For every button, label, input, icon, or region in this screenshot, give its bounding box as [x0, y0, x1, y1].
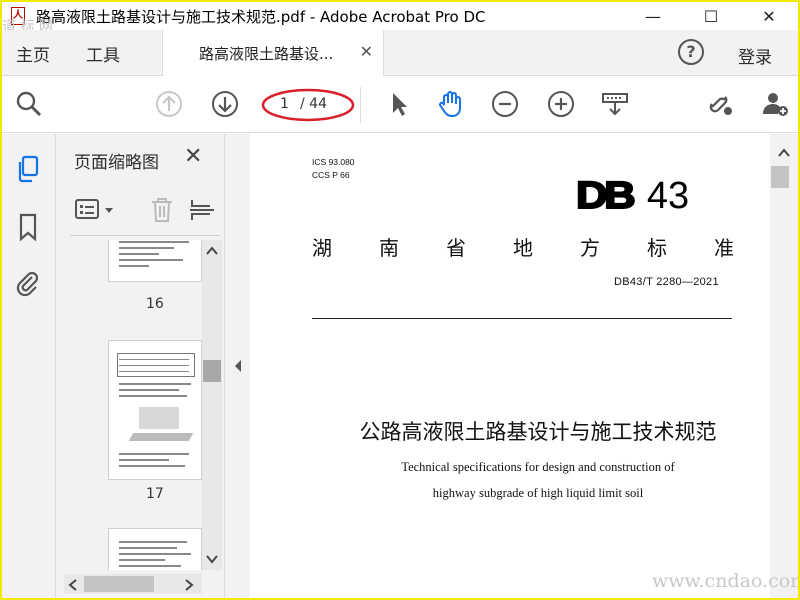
province-standard-heading: 湖 南 省 地 方 标 准 [312, 232, 734, 261]
hand-tool-icon[interactable] [436, 89, 466, 119]
heading-char: 省 [446, 236, 466, 260]
close-tab-icon[interactable]: ✕ [360, 42, 373, 61]
horizontal-scroll-thumb[interactable] [84, 576, 154, 592]
heading-char: 标 [647, 236, 667, 260]
thumbnails-tools [70, 186, 220, 236]
collapse-panel-arrow-icon[interactable] [233, 359, 243, 373]
bookmark-icon[interactable] [14, 212, 42, 242]
delete-page-icon[interactable] [148, 196, 176, 224]
ccs-code: CCS P 66 [312, 170, 350, 180]
scroll-up-arrow-icon[interactable] [206, 246, 218, 256]
previous-page-icon[interactable] [154, 89, 184, 119]
thumbnails-vertical-scrollbar[interactable] [202, 240, 222, 570]
thumbnails-panel: 页面缩略图 ✕ 16 17 [56, 134, 224, 598]
maximize-button[interactable]: ☐ [682, 2, 740, 30]
panel-collapse-gutter[interactable] [224, 134, 250, 598]
thumbnail-options-icon[interactable] [74, 198, 118, 222]
attachment-icon[interactable] [14, 268, 42, 298]
document-vertical-scrollbar[interactable] [770, 134, 798, 598]
scroll-right-arrow-icon[interactable] [184, 579, 194, 591]
page-thumbnail-18[interactable] [108, 528, 202, 570]
thumbnails-list: 16 17 [56, 240, 202, 570]
page-thumbnail-17[interactable] [108, 340, 202, 480]
standard-logo: DB 43 [575, 174, 690, 218]
document-title-english-line2: highway subgrade of high liquid limit so… [432, 486, 644, 500]
scroll-down-arrow-icon[interactable] [206, 554, 218, 564]
thumbnails-panel-title: 页面缩略图 [74, 153, 159, 173]
share-link-icon[interactable] [706, 89, 736, 119]
thumbnails-horizontal-scrollbar[interactable] [64, 574, 202, 594]
close-panel-icon[interactable]: ✕ [184, 144, 202, 169]
page-17-label: 17 [146, 486, 164, 502]
heading-char: 地 [513, 236, 533, 260]
document-scroll-thumb[interactable] [771, 166, 789, 188]
next-page-icon[interactable] [210, 89, 240, 119]
document-title-english-line1: Technical specifications for design and … [401, 460, 675, 474]
help-icon[interactable]: ? [678, 39, 704, 65]
document-page: ICS 93.080 CCS P 66 DB 43 湖 南 省 地 方 标 准 … [250, 134, 770, 598]
zoom-out-icon[interactable] [490, 89, 520, 119]
home-menu[interactable]: 主页 [16, 41, 50, 66]
acrobat-window: 人 路高液限土路基设计与施工技术规范.pdf - Adobe Acrobat P… [2, 2, 798, 598]
db-province-number: 43 [646, 174, 690, 217]
window-title: 路高液限土路基设计与施工技术规范.pdf - Adobe Acrobat Pro… [36, 7, 486, 26]
document-title-chinese: 公路高液限土路基设计与施工技术规范 [359, 420, 717, 444]
doc-scroll-up-arrow-icon[interactable] [778, 148, 790, 158]
zoom-in-icon[interactable] [546, 89, 576, 119]
search-zoom-icon[interactable] [14, 89, 44, 119]
keyboard-scroll-icon[interactable] [600, 89, 630, 119]
classification-codes: ICS 93.080 CCS P 66 [312, 156, 355, 182]
login-button[interactable]: 登录 [738, 43, 772, 68]
ics-code: ICS 93.080 [312, 157, 355, 167]
document-tab[interactable]: 路高液限土路基设... ✕ [162, 30, 384, 76]
heading-char: 准 [714, 236, 734, 260]
scroll-left-arrow-icon[interactable] [68, 579, 78, 591]
add-user-icon[interactable] [760, 89, 790, 119]
tools-menu[interactable]: 工具 [86, 41, 120, 66]
heading-char: 湖 [312, 236, 332, 260]
site-watermark: www.cndao.com [652, 570, 798, 592]
header-rule [312, 318, 732, 319]
page-16-label: 16 [146, 296, 164, 312]
standard-number: DB43/T 2280—2021 [614, 276, 719, 288]
page-thumbnails-icon[interactable] [14, 154, 42, 184]
insert-page-icon[interactable] [188, 196, 216, 224]
tab-bar: 主页 工具 路高液限土路基设... ✕ ? 登录 [2, 30, 798, 76]
heading-char: 方 [580, 236, 600, 260]
close-window-button[interactable]: ✕ [740, 2, 798, 30]
thumbnails-scroll-thumb[interactable] [203, 360, 221, 382]
title-bar: 人 路高液限土路基设计与施工技术规范.pdf - Adobe Acrobat P… [2, 2, 798, 35]
document-tab-label: 路高液限土路基设... [199, 44, 334, 63]
select-arrow-icon[interactable] [384, 89, 414, 119]
left-navigation-rail [2, 134, 56, 598]
toolbar-divider [360, 87, 361, 123]
red-annotation-ellipse [261, 88, 355, 122]
page-thumbnail-16[interactable] [108, 240, 202, 282]
db-logo-mark: DB [575, 174, 637, 218]
heading-char: 南 [379, 236, 399, 260]
toolbar: 1 / 44 [2, 77, 798, 133]
minimize-button[interactable]: — [624, 2, 682, 30]
